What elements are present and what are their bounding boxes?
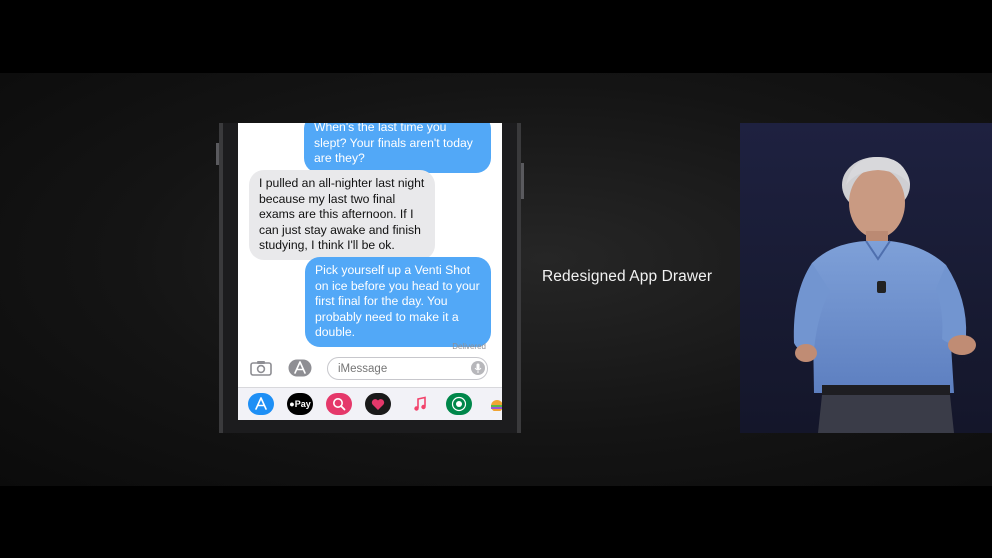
- phone-side-button: [521, 163, 524, 199]
- drawer-image-search[interactable]: [326, 393, 352, 415]
- search-images-icon: [333, 398, 346, 411]
- app-store-icon: [288, 359, 312, 377]
- messages-screen: When's the last time you slept? Your fin…: [238, 123, 502, 420]
- drawer-app-store[interactable]: [248, 393, 274, 415]
- app-store-icon: [255, 397, 267, 410]
- drawer-stickers[interactable]: [490, 393, 502, 415]
- presenter-video: [740, 123, 992, 433]
- camera-button[interactable]: [249, 357, 273, 379]
- music-icon: [414, 396, 426, 411]
- keynote-stage: When's the last time you slept? Your fin…: [0, 73, 992, 486]
- stickers-icon: [491, 400, 502, 411]
- app-drawer-button[interactable]: [288, 357, 312, 379]
- presenter-figure: [793, 157, 976, 433]
- phone-side-button: [216, 143, 219, 165]
- apple-pay-icon: ●Pay: [289, 399, 311, 409]
- drawer-apple-pay[interactable]: ●Pay: [287, 393, 313, 415]
- imessage-input[interactable]: [327, 357, 488, 380]
- camera-icon: [250, 361, 272, 376]
- app-drawer: ●Pay: [238, 387, 502, 420]
- apple-pay-label: Pay: [294, 399, 311, 409]
- message-bubble-incoming: I pulled an all-nighter last night becau…: [249, 170, 435, 260]
- message-bubble-outgoing: When's the last time you slept? Your fin…: [304, 123, 491, 173]
- drawer-starbucks[interactable]: [446, 393, 472, 415]
- microphone-icon: [474, 363, 482, 373]
- starbucks-icon: [451, 396, 467, 412]
- digital-touch-icon: [371, 398, 385, 410]
- drawer-music[interactable]: [407, 393, 433, 415]
- dictation-button[interactable]: [471, 361, 485, 375]
- message-bubble-outgoing: Pick yourself up a Venti Shot on ice bef…: [305, 257, 491, 347]
- delivered-status: Delivered: [452, 342, 486, 351]
- drawer-digital-touch[interactable]: [365, 393, 391, 415]
- slide-caption: Redesigned App Drawer: [542, 268, 713, 285]
